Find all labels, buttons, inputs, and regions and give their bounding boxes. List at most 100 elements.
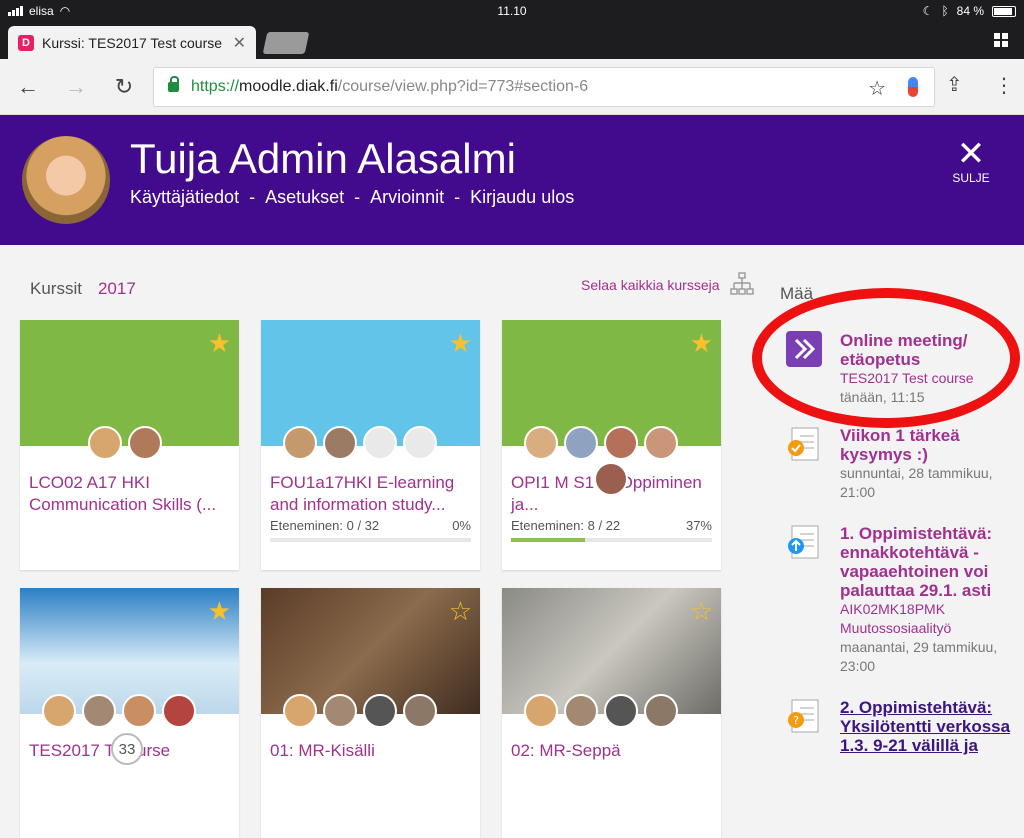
microphone-icon[interactable] <box>908 77 918 97</box>
svg-text:?: ? <box>793 714 799 727</box>
address-bar[interactable]: https:// moodle.diak.fi /course/view.php… <box>153 67 935 107</box>
teacher-avatar <box>644 694 678 728</box>
teacher-avatar <box>564 694 598 728</box>
teacher-avatars <box>42 694 196 728</box>
user-avatar <box>22 136 110 224</box>
feedback-icon <box>788 427 819 461</box>
progress-percent: 37% <box>685 518 712 533</box>
share-icon[interactable]: ⇪ <box>946 72 963 97</box>
teacher-avatars <box>524 426 678 460</box>
battery-icon <box>992 5 1016 17</box>
course-card[interactable]: ☆ 02: MR-Seppä <box>502 588 721 838</box>
assignment-upload-icon <box>788 525 819 559</box>
tab-switcher-icon[interactable] <box>994 33 1008 47</box>
favourite-star-icon[interactable]: ★ <box>690 328 713 359</box>
teacher-avatar <box>283 694 317 728</box>
teacher-avatar <box>604 426 638 460</box>
course-card[interactable]: ★ OPI1 M S1 KI Oppiminen ja... Etenemine… <box>502 320 721 570</box>
year-filter[interactable]: 2017 <box>98 279 136 298</box>
teacher-avatar <box>283 426 317 460</box>
teacher-avatar <box>604 694 638 728</box>
event-course: AIK02MK18PMK Muutossosiaalityö <box>840 601 952 636</box>
forward-arrow-icon[interactable]: → <box>62 73 90 101</box>
teacher-avatar <box>524 694 558 728</box>
favourite-star-outline-icon[interactable]: ☆ <box>690 596 713 627</box>
bluetooth-icon: ᛒ <box>941 4 949 18</box>
course-card[interactable]: ★ LCO02 A17 HKI Communication Skills (..… <box>20 320 239 570</box>
teacher-avatar <box>82 694 116 728</box>
teacher-avatars <box>524 694 678 728</box>
browser-tab-bar: D Kurssi: TES2017 Test course ✕ <box>0 22 1024 59</box>
course-progress: Eteneminen: 8 / 22 37% <box>511 518 712 542</box>
grades-link[interactable]: Arvioinnit <box>370 187 444 208</box>
user-menu-header: Tuija Admin Alasalmi Käyttäjätiedot - As… <box>0 115 1024 245</box>
teacher-avatar <box>122 694 156 728</box>
course-title[interactable]: LCO02 A17 HKI Communication Skills (... <box>29 472 234 516</box>
course-title[interactable]: 01: MR-Kisälli <box>270 740 475 762</box>
course-card[interactable]: ★ FOU1a17HKI E-learning and information … <box>261 320 480 570</box>
favourite-star-icon[interactable]: ★ <box>449 328 472 359</box>
tab-title: Kurssi: TES2017 Test course <box>42 34 223 51</box>
browse-all-courses-link[interactable]: Selaa kaikkia kursseja <box>581 277 720 293</box>
url-path: /course/view.php?id=773#section-6 <box>337 78 589 95</box>
teacher-avatar <box>403 694 437 728</box>
progress-track <box>270 538 471 542</box>
progress-percent: 0% <box>452 518 471 533</box>
sitemap-icon[interactable] <box>729 271 755 297</box>
teacher-avatars <box>283 694 437 728</box>
event-date: maanantai, 29 tammikuu, 23:00 <box>840 639 998 674</box>
close-icon: ✕ <box>956 135 986 173</box>
favourite-star-outline-icon[interactable]: ☆ <box>449 596 472 627</box>
progress-fill <box>511 538 586 542</box>
teacher-avatar <box>323 426 357 460</box>
diak-favicon-icon: D <box>18 34 34 51</box>
clock: 11.10 <box>497 4 527 18</box>
new-tab-button[interactable] <box>262 32 310 54</box>
reload-icon[interactable]: ↻ <box>110 73 138 101</box>
teacher-avatar <box>363 694 397 728</box>
user-links: Käyttäjätiedot - Asetukset - Arvioinnit … <box>130 187 574 208</box>
close-tab-icon[interactable]: ✕ <box>233 33 246 53</box>
lock-icon <box>168 76 179 92</box>
back-arrow-icon[interactable]: ← <box>14 73 42 101</box>
course-card[interactable]: ★ TES2017 T course <box>20 588 239 838</box>
course-card[interactable]: ☆ 01: MR-Kisälli <box>261 588 480 838</box>
event-title[interactable]: Viikon 1 tärkeä kysymys :) sunnuntai, 28… <box>840 426 1020 502</box>
favourite-star-icon[interactable]: ★ <box>208 596 231 627</box>
course-title[interactable]: FOU1a17HKI E-learning and information st… <box>270 472 475 516</box>
link-separator: - <box>354 187 361 207</box>
user-full-name: Tuija Admin Alasalmi <box>130 135 516 182</box>
teacher-avatar <box>128 426 162 460</box>
notification-count-badge[interactable]: 33 <box>111 733 143 765</box>
highlight-circle-annotation <box>752 288 1020 428</box>
bookmark-star-icon[interactable]: ☆ <box>868 76 886 101</box>
teacher-avatar <box>363 426 397 460</box>
preferences-link[interactable]: Asetukset <box>265 187 344 208</box>
progress-track <box>511 538 712 542</box>
logout-link[interactable]: Kirjaudu ulos <box>470 187 574 208</box>
favourite-star-icon[interactable]: ★ <box>208 328 231 359</box>
teacher-avatar <box>42 694 76 728</box>
browser-tab[interactable]: D Kurssi: TES2017 Test course ✕ <box>8 26 256 59</box>
event-date: sunnuntai, 28 tammikuu, 21:00 <box>840 465 993 500</box>
profile-link[interactable]: Käyttäjätiedot <box>130 187 239 208</box>
browser-toolbar: ← → ↻ https:// moodle.diak.fi /course/vi… <box>0 59 1024 115</box>
teacher-avatar <box>323 694 357 728</box>
close-label: SULJE <box>952 171 990 185</box>
teacher-avatar <box>162 694 196 728</box>
course-title[interactable]: 02: MR-Seppä <box>511 740 716 762</box>
url-domain: moodle.diak.fi <box>239 78 338 95</box>
courses-breadcrumb: Kurssit 2017 <box>30 279 136 299</box>
teacher-avatar <box>524 426 558 460</box>
status-right: ☾ ᛒ 84 % <box>923 4 1016 18</box>
teacher-avatar <box>594 462 628 496</box>
teacher-avatar <box>403 426 437 460</box>
close-header-button[interactable]: ✕ SULJE <box>948 137 994 185</box>
more-menu-icon[interactable]: ⋮ <box>994 73 1014 98</box>
progress-label: Eteneminen: 0 / 32 <box>270 518 380 533</box>
event-title[interactable]: 1. Oppimistehtävä: ennakkotehtävä - vapa… <box>840 524 1020 676</box>
url-scheme: https:// <box>191 78 240 95</box>
battery-percent: 84 % <box>956 4 984 18</box>
ios-status-bar: elisa ◠ 11.10 ☾ ᛒ 84 % <box>0 0 1024 22</box>
event-title[interactable]: 2. Oppimistehtävä: Yksilötentti verkossa… <box>840 698 1020 755</box>
